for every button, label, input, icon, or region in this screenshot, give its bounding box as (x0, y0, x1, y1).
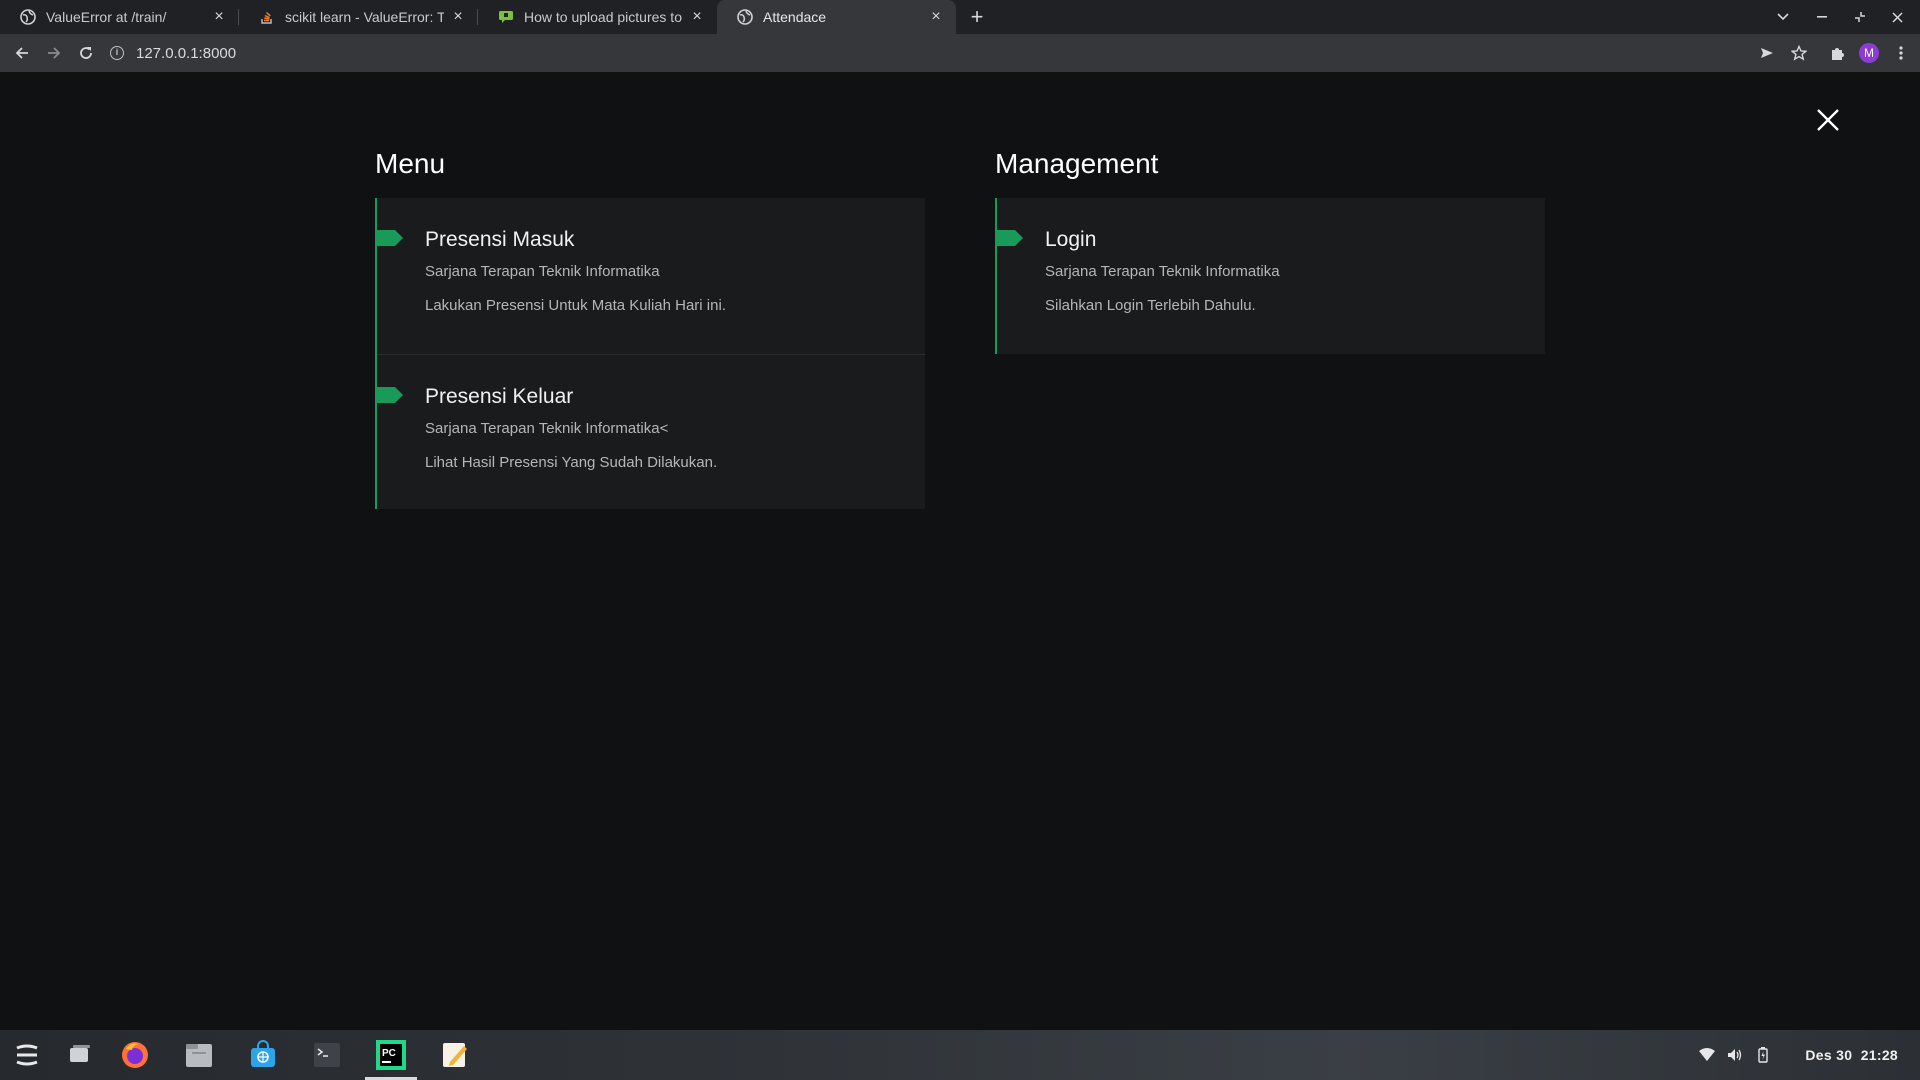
minimize-icon[interactable] (1807, 0, 1837, 34)
tab-close-icon[interactable]: × (928, 9, 944, 25)
close-menu-icon[interactable] (1810, 102, 1846, 138)
card-subtitle: Sarjana Terapan Teknik Informatika< (425, 420, 669, 437)
battery-icon[interactable] (1749, 1047, 1777, 1063)
back-arrow-icon[interactable] (6, 37, 38, 69)
bookmark-star-icon[interactable] (1788, 42, 1810, 64)
menu-item-login[interactable]: Login Sarjana Terapan Teknik Informatika… (997, 198, 1545, 354)
menu-heading: Menu (375, 148, 446, 179)
restore-icon[interactable] (1845, 0, 1875, 34)
avatar: M (1859, 43, 1879, 63)
card-description: Lakukan Presensi Untuk Mata Kuliah Hari … (425, 297, 726, 314)
tab-title: How to upload pictures to r (524, 9, 683, 25)
globe-icon (20, 9, 36, 25)
tab-title: Attendace (763, 9, 827, 25)
management-column: Management Login Sarjana Terapan Teknik … (995, 144, 1545, 354)
arrow-flag-icon (997, 230, 1023, 246)
software-store-icon[interactable] (245, 1037, 281, 1073)
browser-tab[interactable]: scikit learn - ValueError: The × (239, 0, 478, 34)
volume-icon[interactable] (1721, 1048, 1749, 1062)
app-launcher-icon[interactable] (9, 1037, 45, 1073)
card-description: Silahkan Login Terlebih Dahulu. (1045, 297, 1256, 314)
tab-title: scikit learn - ValueError: The (285, 9, 444, 25)
forward-arrow-icon[interactable] (38, 37, 70, 69)
browser-toolbar: i 127.0.0.1:8000 M (0, 34, 1920, 72)
site-info-icon[interactable]: i (110, 46, 124, 60)
svg-text:PC: PC (382, 1048, 396, 1059)
menu-column: Menu Presensi Masuk Sarjana Terapan Tekn… (375, 144, 925, 509)
clock-date: Des 30 (1805, 1047, 1853, 1063)
card-subtitle: Sarjana Terapan Teknik Informatika (1045, 263, 1280, 280)
close-window-icon[interactable] (1882, 0, 1912, 34)
send-tab-icon[interactable] (1756, 42, 1778, 64)
card-title: Login (1045, 228, 1097, 251)
menu-list: Presensi Masuk Sarjana Terapan Teknik In… (375, 198, 925, 509)
globe-icon (737, 9, 753, 25)
arrow-flag-icon (377, 230, 403, 246)
os-taskbar: PC Des 30 21:28 (0, 1030, 1920, 1080)
more-menu-icon[interactable] (1890, 42, 1912, 64)
card-subtitle: Sarjana Terapan Teknik Informatika (425, 263, 660, 280)
tab-search-icon[interactable] (1768, 0, 1798, 34)
toolbar-actions: M (1756, 37, 1912, 69)
card-title: Presensi Masuk (425, 228, 575, 251)
browser-tab[interactable]: How to upload pictures to r × (478, 0, 717, 34)
address-bar[interactable]: i 127.0.0.1:8000 (110, 37, 1790, 69)
chat-icon (498, 9, 514, 25)
card-title: Presensi Keluar (425, 385, 574, 408)
card-description: Lihat Hasil Presensi Yang Sudah Dilakuka… (425, 454, 718, 471)
pycharm-icon[interactable]: PC (365, 1037, 417, 1080)
arrow-flag-icon (377, 387, 403, 403)
text-editor-icon[interactable] (437, 1037, 473, 1073)
workspace-switcher-icon[interactable] (62, 1037, 98, 1073)
terminal-icon[interactable] (309, 1037, 345, 1073)
url-text: 127.0.0.1:8000 (136, 44, 237, 62)
extensions-puzzle-icon[interactable] (1826, 42, 1848, 64)
file-manager-icon[interactable] (181, 1037, 217, 1073)
firefox-icon[interactable] (117, 1037, 153, 1073)
menu-item-presensi-masuk[interactable]: Presensi Masuk Sarjana Terapan Teknik In… (377, 198, 925, 354)
browser-tab-active[interactable]: Attendace × (717, 0, 956, 34)
clock[interactable]: Des 30 21:28 (1805, 1047, 1898, 1063)
stackoverflow-icon (259, 9, 275, 25)
page-content: Menu Presensi Masuk Sarjana Terapan Tekn… (0, 72, 1920, 1030)
system-tray: Des 30 21:28 (1693, 1030, 1920, 1080)
browser-tab[interactable]: ValueError at /train/ × (0, 0, 239, 34)
wifi-icon[interactable] (1693, 1048, 1721, 1062)
tab-strip: ValueError at /train/ × scikit learn - V… (0, 0, 1920, 34)
tab-close-icon[interactable]: × (211, 9, 227, 25)
new-tab-button[interactable]: + (960, 0, 994, 34)
tab-close-icon[interactable]: × (450, 9, 466, 25)
profile-avatar[interactable]: M (1858, 42, 1880, 64)
clock-time: 21:28 (1860, 1047, 1898, 1063)
tab-close-icon[interactable]: × (689, 9, 705, 25)
management-list: Login Sarjana Terapan Teknik Informatika… (995, 198, 1545, 354)
management-heading: Management (995, 148, 1159, 179)
menu-item-presensi-keluar[interactable]: Presensi Keluar Sarjana Terapan Teknik I… (377, 354, 925, 509)
tab-title: ValueError at /train/ (46, 9, 167, 25)
reload-icon[interactable] (70, 37, 102, 69)
